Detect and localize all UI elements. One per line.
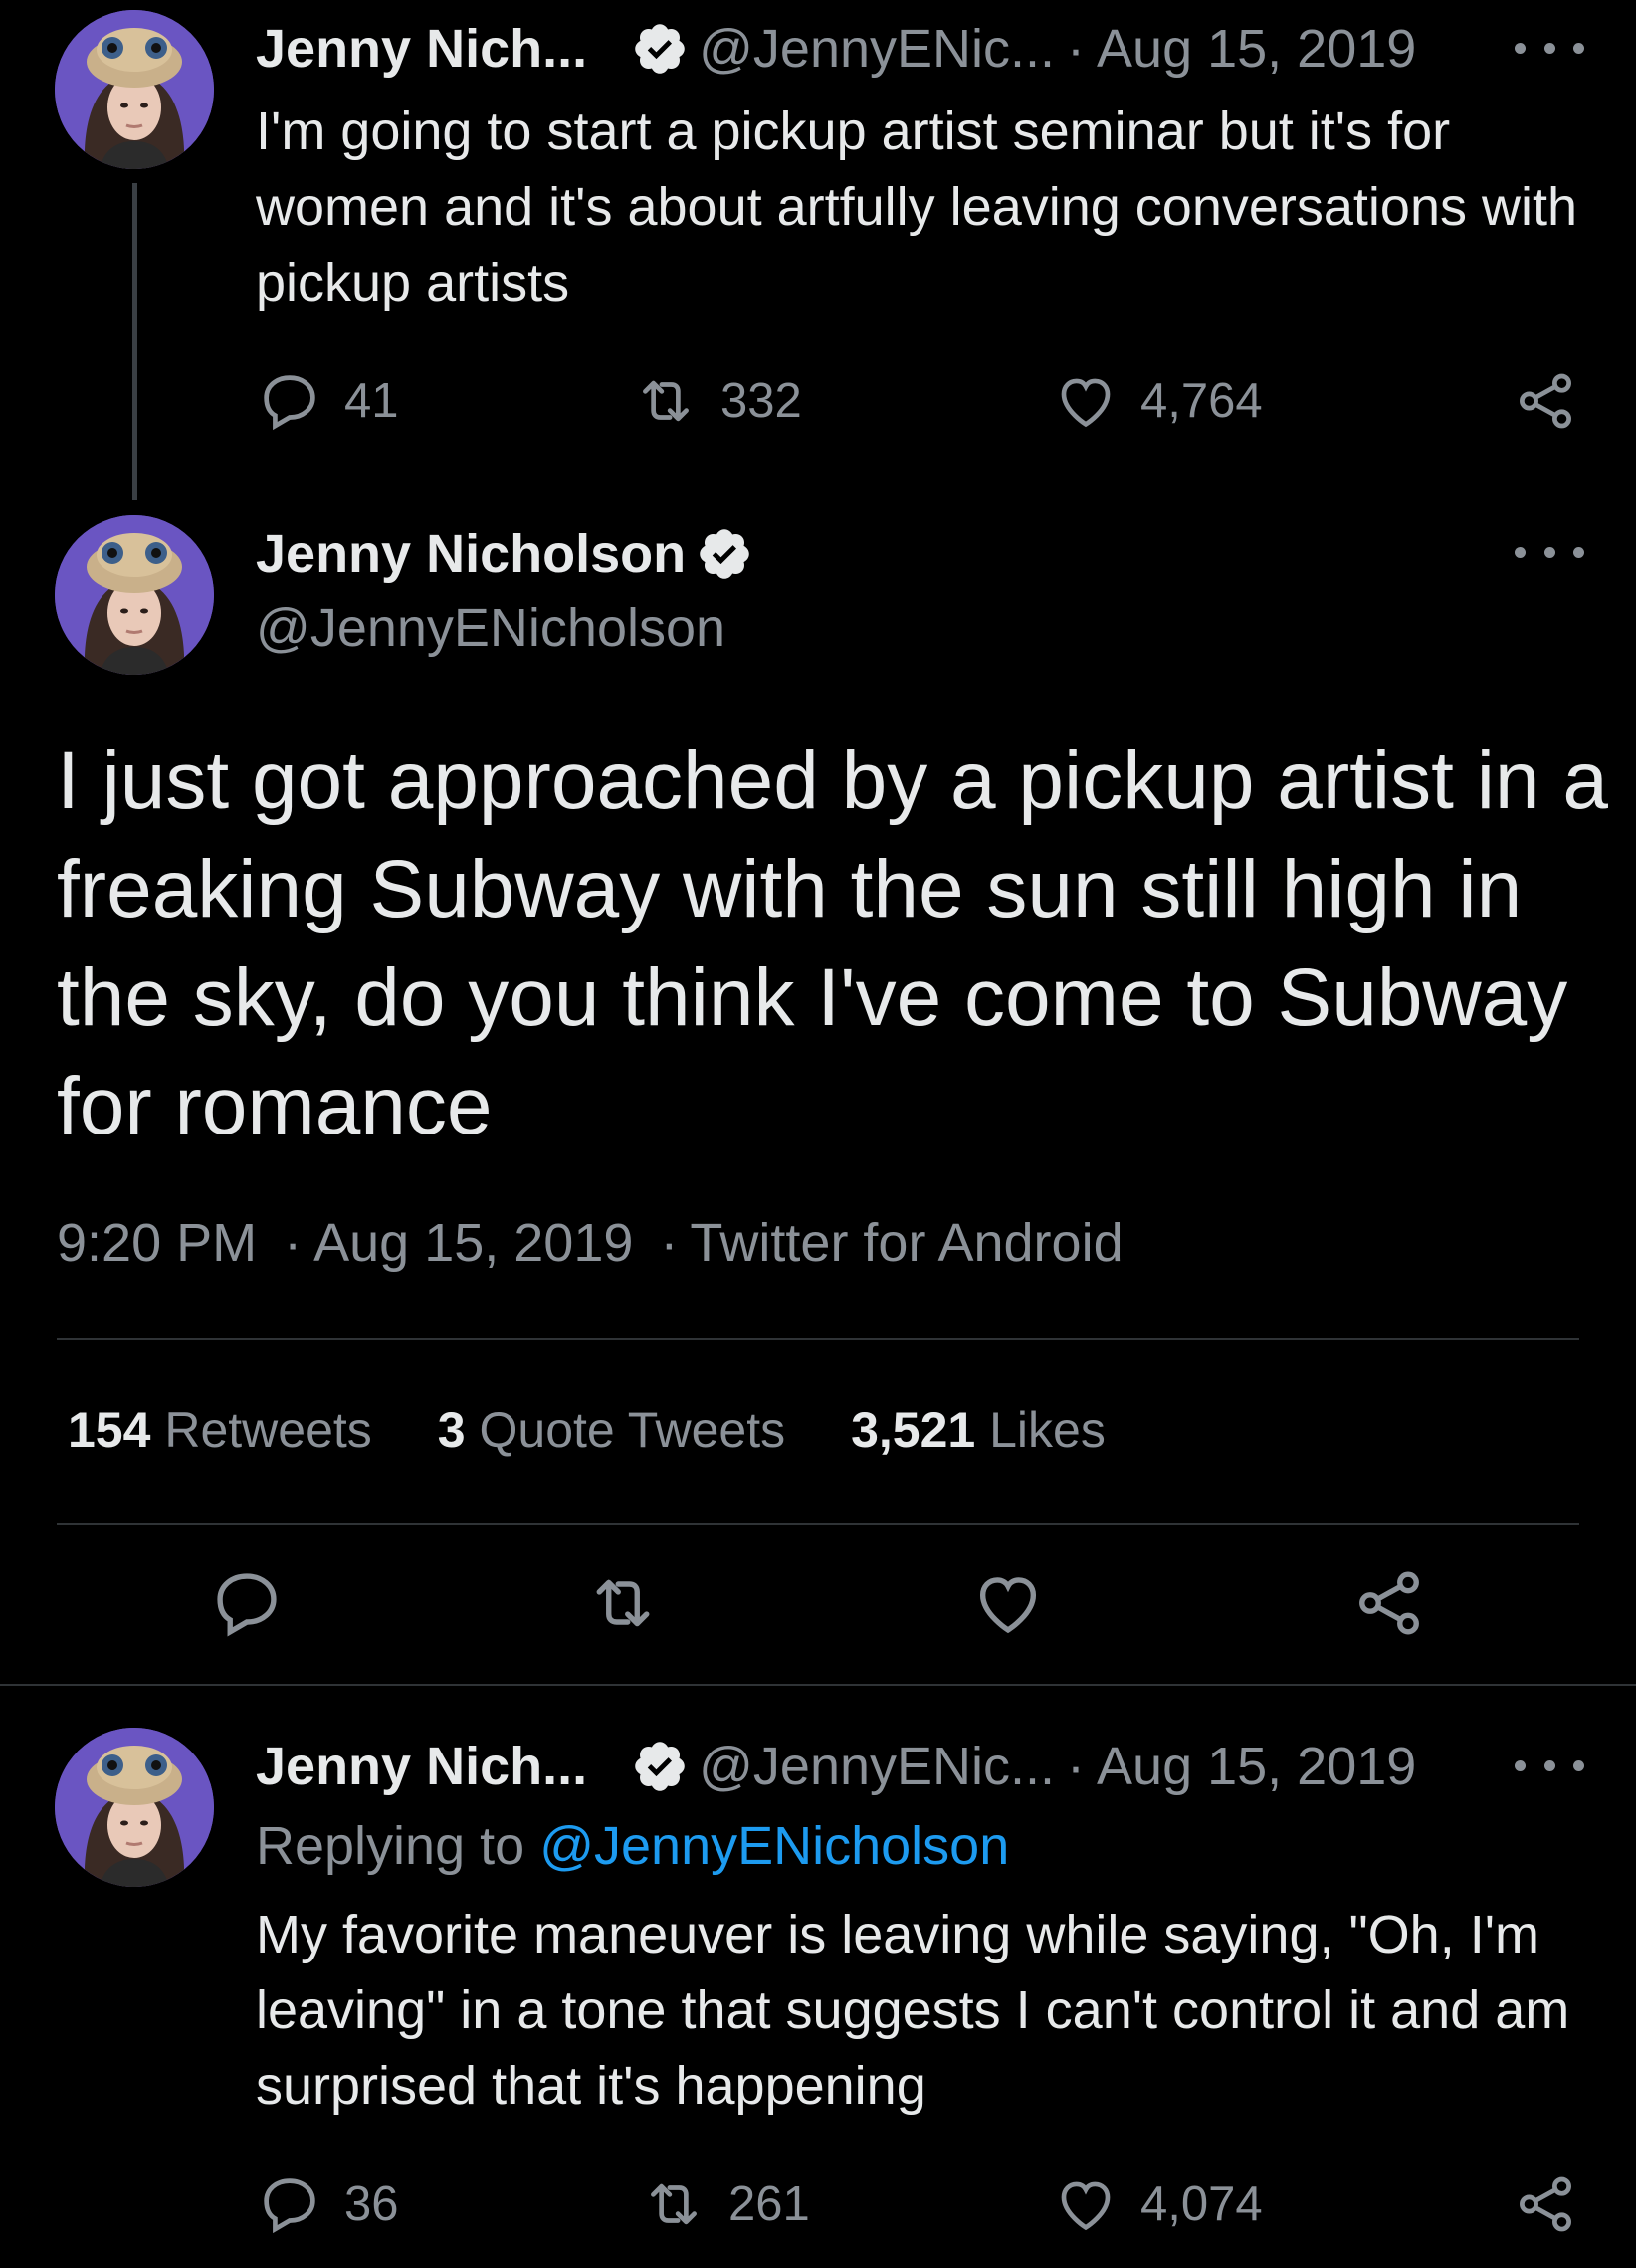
avatar[interactable] bbox=[55, 10, 214, 169]
avatar[interactable] bbox=[55, 1728, 214, 1887]
author-name[interactable]: Jenny Nicholson bbox=[256, 523, 686, 585]
author-name[interactable]: Jenny Nich... bbox=[256, 1736, 587, 1797]
like-button[interactable]: 4,074 bbox=[1053, 2169, 1263, 2239]
quote-tweets-stat-count: 3 bbox=[437, 1402, 466, 1458]
share-icon bbox=[1513, 368, 1578, 434]
heart-icon bbox=[1053, 2171, 1119, 2237]
share-button[interactable] bbox=[1351, 1568, 1427, 1638]
author-handle[interactable]: @JennyENic... bbox=[699, 18, 1055, 80]
separator-dot: · bbox=[284, 1213, 303, 1273]
tweet-date[interactable]: Aug 15, 2019 bbox=[313, 1213, 633, 1273]
thread-connector-line bbox=[132, 183, 137, 500]
quote-tweets-stat[interactable]: 3 Quote Tweets bbox=[438, 1401, 785, 1459]
retweet-button[interactable]: 332 bbox=[633, 366, 802, 436]
engagement-stats: 154 Retweets 3 Quote Tweets 3,521 Likes bbox=[68, 1401, 1171, 1459]
tweet-header: Jenny Nich... @JennyENic... · Aug 15, 20… bbox=[256, 1732, 1416, 1801]
reply-button[interactable]: 36 bbox=[257, 2169, 399, 2239]
reply-button[interactable] bbox=[209, 1568, 285, 1638]
retweet-icon bbox=[641, 2171, 707, 2237]
divider bbox=[57, 1523, 1579, 1525]
retweet-count: 332 bbox=[720, 374, 802, 428]
likes-stat-label: Likes bbox=[989, 1402, 1106, 1458]
verified-badge-icon bbox=[631, 20, 689, 78]
avatar-image bbox=[55, 10, 214, 169]
retweet-button[interactable]: 261 bbox=[641, 2169, 810, 2239]
replying-to-line: Replying to @JennyENicholson bbox=[256, 1815, 1009, 1877]
retweets-stat-label: Retweets bbox=[164, 1402, 372, 1458]
avatar-image bbox=[55, 1728, 214, 1887]
author-handle[interactable]: @JennyENic... bbox=[699, 1736, 1055, 1797]
reply-count: 41 bbox=[344, 374, 399, 428]
avatar-image bbox=[55, 515, 214, 675]
divider bbox=[57, 1338, 1579, 1340]
tweet-source[interactable]: Twitter for Android bbox=[690, 1213, 1123, 1273]
quote-tweets-stat-label: Quote Tweets bbox=[479, 1402, 786, 1458]
author-name[interactable]: Jenny Nich... bbox=[256, 18, 587, 80]
replying-to-mention-link[interactable]: @JennyENicholson bbox=[539, 1816, 1009, 1876]
share-button[interactable] bbox=[1513, 366, 1578, 436]
heart-icon bbox=[970, 1565, 1046, 1641]
separator-dot: · bbox=[1067, 1737, 1086, 1796]
author-handle[interactable]: @JennyENicholson bbox=[256, 597, 725, 659]
verified-badge-icon bbox=[631, 1738, 689, 1795]
reply-icon bbox=[209, 1565, 285, 1641]
like-count: 4,074 bbox=[1140, 2177, 1263, 2231]
heart-icon bbox=[1053, 368, 1119, 434]
likes-stat[interactable]: 3,521 Likes bbox=[851, 1401, 1106, 1459]
more-options-icon[interactable] bbox=[1515, 537, 1584, 567]
retweets-stat-count: 154 bbox=[68, 1402, 151, 1458]
tweet-header: Jenny Nich... @JennyENic... · Aug 15, 20… bbox=[256, 14, 1416, 84]
verified-badge-icon bbox=[696, 525, 753, 583]
avatar[interactable] bbox=[55, 515, 214, 675]
likes-stat-count: 3,521 bbox=[851, 1402, 976, 1458]
like-button[interactable]: 4,764 bbox=[1053, 366, 1263, 436]
retweet-icon bbox=[633, 368, 699, 434]
share-icon bbox=[1351, 1565, 1427, 1641]
share-button[interactable] bbox=[1513, 2169, 1578, 2239]
author-name-row: Jenny Nicholson bbox=[256, 519, 763, 589]
retweets-stat[interactable]: 154 Retweets bbox=[68, 1401, 372, 1459]
separator-dot: · bbox=[1067, 19, 1086, 79]
tweet-metadata: 9:20 PM · Aug 15, 2019 · Twitter for Andro… bbox=[57, 1212, 1124, 1274]
more-options-icon[interactable] bbox=[1515, 33, 1584, 63]
like-button[interactable] bbox=[970, 1568, 1046, 1638]
share-icon bbox=[1513, 2171, 1578, 2237]
tweet-date[interactable]: Aug 15, 2019 bbox=[1097, 18, 1416, 80]
reply-button[interactable]: 41 bbox=[257, 366, 399, 436]
retweet-count: 261 bbox=[728, 2177, 810, 2231]
tweet-text: I'm going to start a pickup artist semin… bbox=[256, 102, 1578, 312]
like-count: 4,764 bbox=[1140, 374, 1263, 428]
separator-dot: · bbox=[660, 1213, 679, 1273]
retweet-button[interactable] bbox=[585, 1568, 661, 1638]
tweet-date[interactable]: Aug 15, 2019 bbox=[1097, 1736, 1416, 1797]
more-options-icon[interactable] bbox=[1515, 1751, 1584, 1780]
divider bbox=[0, 1684, 1636, 1686]
reply-count: 36 bbox=[344, 2177, 399, 2231]
retweet-icon bbox=[585, 1565, 661, 1641]
tweet-time[interactable]: 9:20 PM bbox=[57, 1213, 257, 1273]
reply-icon bbox=[257, 2171, 322, 2237]
reply-icon bbox=[257, 368, 322, 434]
replying-to-label: Replying to bbox=[256, 1816, 525, 1876]
tweet-text: My favorite maneuver is leaving while sa… bbox=[256, 1905, 1570, 2116]
tweet-text: I just got approached by a pickup artist… bbox=[57, 735, 1608, 1151]
